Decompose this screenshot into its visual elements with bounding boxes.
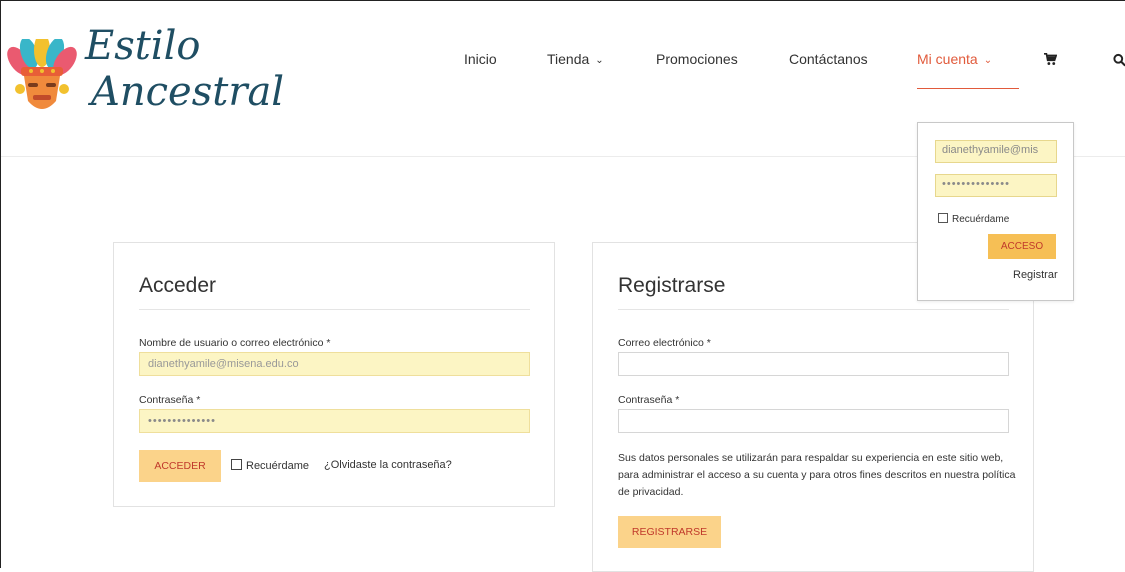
dropdown-remember-label: Recuérdame: [952, 214, 1010, 225]
nav-item-mi-cuenta[interactable]: Mi cuenta ⌄: [917, 51, 992, 67]
privacy-notice: Sus datos personales se utilizarán para …: [618, 452, 1016, 498]
nav-item-label: Promociones: [656, 51, 738, 67]
nav-item-contactanos[interactable]: Contáctanos: [789, 51, 868, 67]
chevron-down-icon: ⌄: [595, 55, 604, 66]
dropdown-username-input[interactable]: dianethyamile@mis: [935, 140, 1057, 163]
login-button[interactable]: ACCEDER: [139, 450, 221, 482]
register-password-label: Contraseña *: [618, 394, 680, 406]
register-title-divider: [618, 309, 1009, 310]
dropdown-login-button[interactable]: ACCESO: [988, 234, 1056, 259]
register-button[interactable]: REGISTRARSE: [618, 516, 721, 548]
checkbox-box[interactable]: [231, 459, 242, 470]
username-input[interactable]: dianethyamile@misena.edu.co: [139, 352, 530, 376]
login-title: Acceder: [139, 274, 217, 297]
chevron-down-icon: ⌄: [983, 55, 993, 66]
remember-me-label: Recuérdame: [246, 460, 309, 472]
register-title: Registrarse: [618, 274, 726, 297]
brand-line1: Estilo: [85, 23, 201, 69]
tribal-mask-icon: [7, 39, 77, 109]
shopping-cart-icon[interactable]: [1044, 53, 1057, 66]
dropdown-password-input[interactable]: ••••••••••••••: [935, 174, 1057, 197]
active-nav-underline: [917, 88, 1019, 89]
nav-item-label: Inicio: [464, 51, 497, 67]
forgot-password-link[interactable]: ¿Olvidaste la contraseña?: [324, 459, 452, 471]
password-label: Contraseña *: [139, 394, 201, 406]
checkbox-box[interactable]: [938, 213, 948, 223]
username-label: Nombre de usuario o correo electrónico *: [139, 337, 331, 349]
search-icon[interactable]: [1113, 53, 1125, 67]
account-dropdown: dianethyamile@mis •••••••••••••• Recuérd…: [917, 122, 1074, 301]
nav-item-tienda[interactable]: Tienda ⌄: [547, 51, 604, 67]
brand-line2: Ancestral: [91, 69, 285, 115]
email-label: Correo electrónico *: [618, 337, 711, 349]
nav-item-inicio[interactable]: Inicio: [464, 51, 497, 67]
dropdown-register-link[interactable]: Registrar: [1013, 269, 1058, 281]
nav-item-promociones[interactable]: Promociones: [656, 51, 738, 67]
password-input[interactable]: ••••••••••••••: [139, 409, 530, 433]
brand-wordmark: Estilo Ancestral: [85, 23, 284, 115]
nav-item-label: Mi cuenta: [917, 51, 978, 67]
nav-item-label: Contáctanos: [789, 51, 868, 67]
register-email-input[interactable]: [618, 352, 1009, 376]
remember-me-checkbox[interactable]: Recuérdame: [231, 459, 309, 472]
login-title-divider: [139, 309, 530, 310]
brand-logo[interactable]: Estilo Ancestral: [7, 21, 284, 131]
login-panel: Acceder Nombre de usuario o correo elect…: [113, 242, 555, 507]
nav-item-label: Tienda: [547, 51, 590, 67]
dropdown-remember-checkbox[interactable]: Recuérdame: [938, 213, 1009, 225]
register-password-input[interactable]: [618, 409, 1009, 433]
